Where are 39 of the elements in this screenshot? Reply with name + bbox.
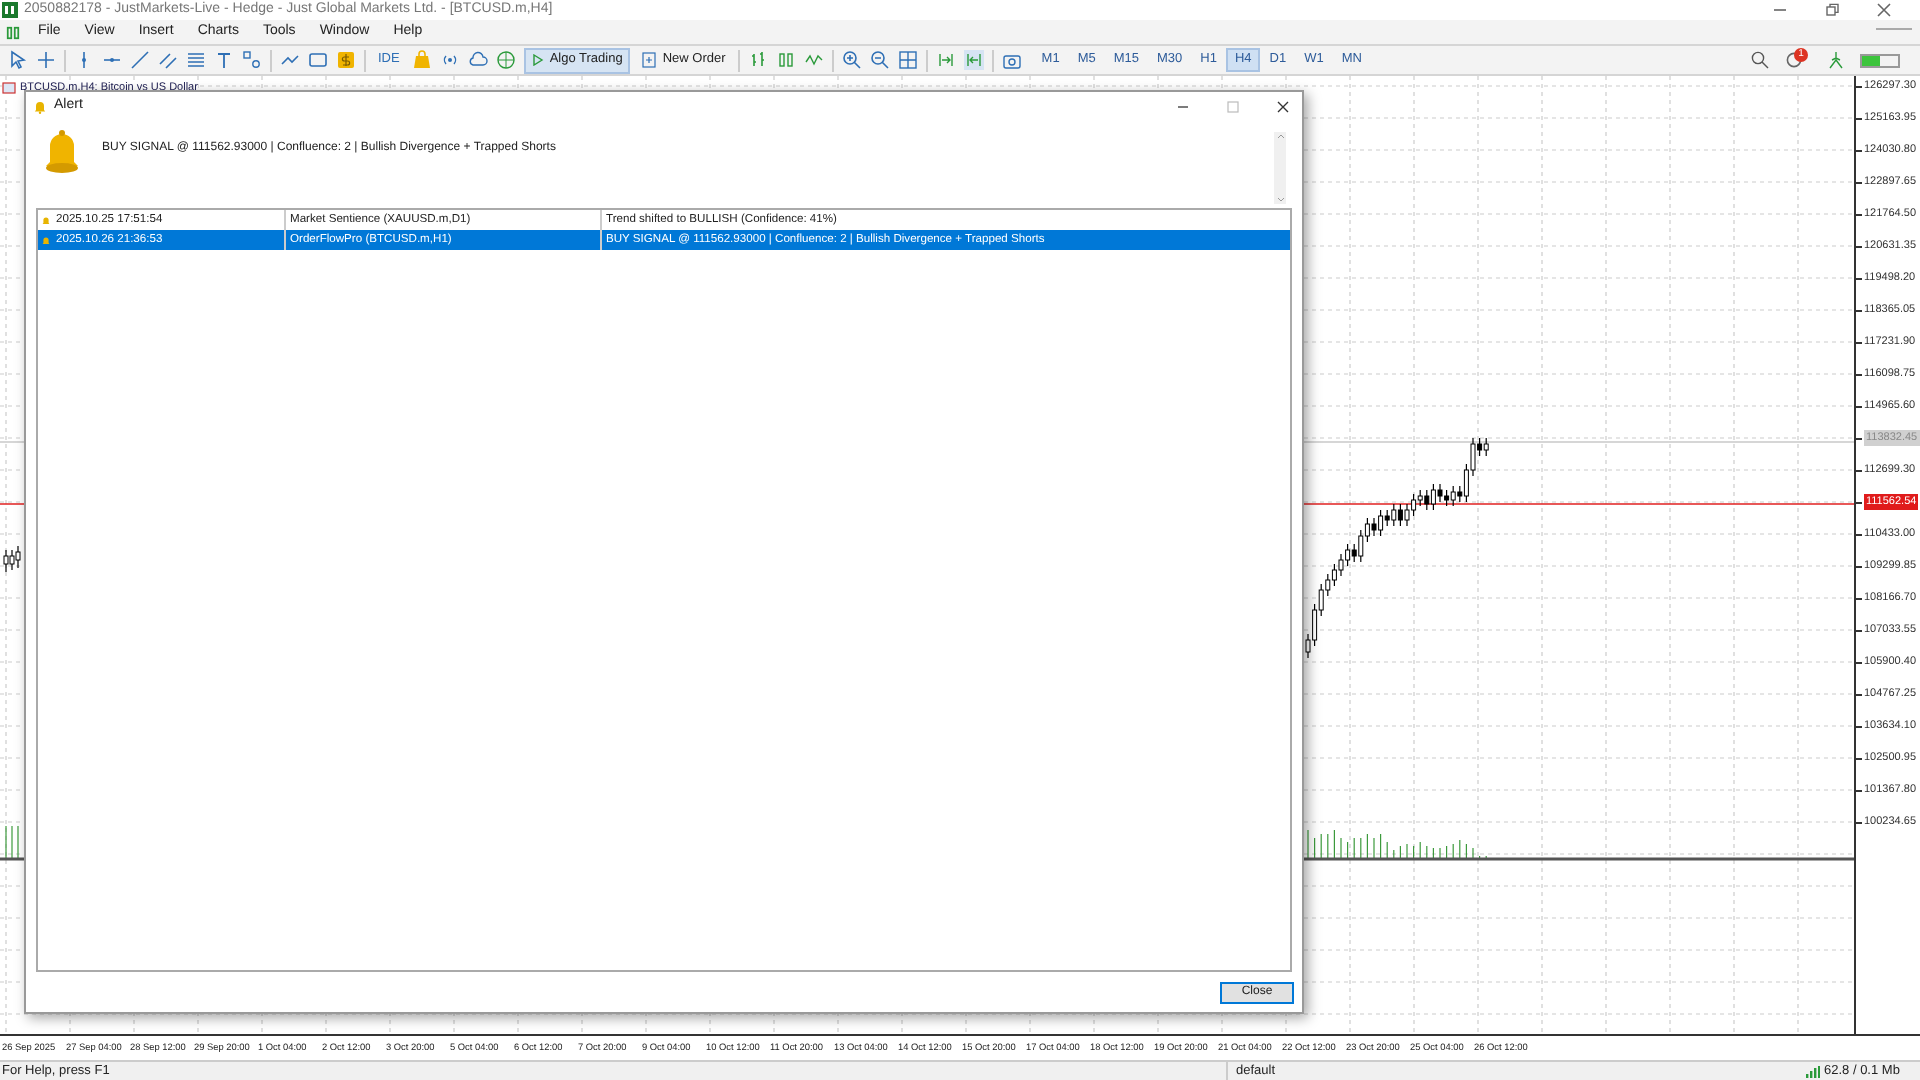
signal-strength-icon[interactable] bbox=[1826, 50, 1846, 70]
bell-icon bbox=[42, 128, 82, 176]
cursor-icon[interactable] bbox=[8, 50, 28, 70]
bell-icon bbox=[34, 99, 46, 113]
notification-icon[interactable] bbox=[1786, 52, 1802, 68]
chart-shift-icon[interactable] bbox=[963, 50, 984, 70]
grid-icon[interactable] bbox=[897, 50, 918, 70]
shapes-icon[interactable] bbox=[242, 50, 262, 70]
zoom-out-icon[interactable] bbox=[869, 50, 890, 70]
close-icon[interactable] bbox=[1876, 2, 1892, 18]
auto-scroll-icon[interactable] bbox=[935, 50, 956, 70]
channel-icon[interactable] bbox=[158, 50, 178, 70]
globe-icon[interactable] bbox=[495, 50, 516, 70]
text-icon[interactable] bbox=[214, 50, 234, 70]
cloud-icon[interactable] bbox=[467, 50, 488, 70]
connection-signal-icon bbox=[1806, 1065, 1820, 1077]
close-icon[interactable] bbox=[1276, 99, 1290, 113]
camera-icon[interactable] bbox=[1001, 50, 1022, 70]
restore-icon[interactable] bbox=[1824, 2, 1840, 18]
search-icon[interactable] bbox=[1750, 50, 1770, 70]
candlestick-icon[interactable] bbox=[775, 50, 796, 70]
line-chart-icon[interactable] bbox=[803, 50, 824, 70]
app-logo-icon bbox=[6, 25, 20, 39]
order-form-icon bbox=[642, 52, 657, 68]
window-controls-icon[interactable] bbox=[1876, 28, 1912, 36]
play-icon bbox=[531, 54, 544, 66]
signal-icon[interactable] bbox=[439, 50, 460, 70]
scrollbar[interactable] bbox=[1274, 132, 1286, 204]
connection-meter-icon bbox=[1860, 53, 1900, 67]
trend-line-icon[interactable] bbox=[130, 50, 150, 70]
indicator-icon[interactable] bbox=[280, 50, 300, 70]
bar-chart-icon[interactable] bbox=[747, 50, 768, 70]
zoom-in-icon[interactable] bbox=[841, 50, 862, 70]
crosshair-icon[interactable] bbox=[36, 50, 56, 70]
maximize-icon bbox=[1226, 99, 1240, 113]
dollar-icon[interactable] bbox=[336, 50, 356, 70]
fibonacci-icon[interactable] bbox=[186, 50, 206, 70]
chart-window-icon bbox=[2, 82, 16, 95]
template-icon[interactable] bbox=[308, 50, 328, 70]
